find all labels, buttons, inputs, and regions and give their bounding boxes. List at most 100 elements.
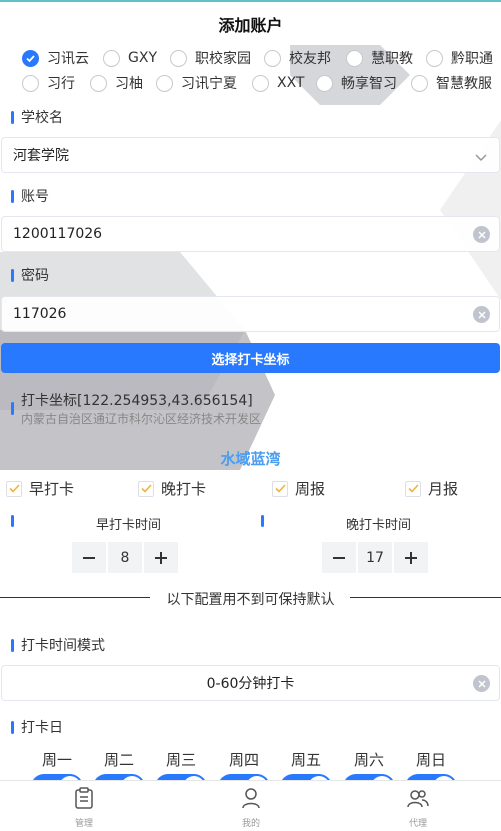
radio-unchecked-icon [103, 49, 120, 67]
platform-label: 习柚 [115, 76, 143, 92]
plus-button[interactable] [394, 542, 428, 573]
label-accent-bar [11, 110, 14, 124]
user-icon [242, 788, 260, 809]
monthly-report-checkbox[interactable]: 月报 [405, 478, 458, 499]
account-label-text: 账号 [21, 189, 49, 205]
coordinate-text: 打卡坐标[122.254953,43.656154] [21, 393, 253, 409]
clear-icon[interactable] [473, 675, 490, 692]
radio-checked-icon [22, 49, 39, 67]
group-icon [407, 790, 429, 808]
platform-radio-group: 习讯云 GXY 职校家园 校友邦 慧职教 黔职通 习行 习柚 习讯宁夏 XXT … [22, 45, 497, 96]
platform-label: 校友邦 [289, 51, 331, 67]
tab-label: 管理 [74, 819, 93, 829]
evening-time-value[interactable]: 17 [358, 542, 392, 573]
clipboard-icon [75, 787, 93, 809]
radio-unchecked-icon [264, 49, 281, 67]
school-select[interactable]: 河套学院 [1, 137, 500, 173]
platform-radio-qianzhitong[interactable]: 黔职通 [426, 48, 494, 68]
day-name: 周五 [290, 751, 322, 769]
evening-checkin-checkbox[interactable]: 晚打卡 [138, 478, 206, 499]
platform-radio-xiaoyoubang[interactable]: 校友邦 [264, 48, 346, 68]
platform-label: 习讯宁夏 [181, 76, 237, 92]
morning-checkin-checkbox[interactable]: 早打卡 [6, 478, 74, 499]
platform-label: 畅享智习 [341, 76, 397, 92]
checkin-days-label: 打卡日 [11, 717, 63, 737]
password-input[interactable]: 117026 [1, 296, 500, 332]
checkbox-label: 月报 [428, 480, 459, 498]
label-accent-bar [261, 515, 264, 527]
morning-time-value[interactable]: 8 [108, 542, 142, 573]
day-name: 周一 [41, 751, 73, 769]
page-title: 添加账户 [218, 16, 283, 35]
day-name: 周二 [103, 751, 135, 769]
radio-unchecked-icon [316, 74, 333, 92]
radio-unchecked-icon [411, 74, 428, 92]
account-value: 1200117026 [13, 226, 103, 242]
clear-icon[interactable] [473, 306, 490, 323]
platform-label: 习行 [47, 76, 75, 92]
school-value: 河套学院 [13, 148, 69, 164]
minus-button[interactable] [322, 542, 356, 573]
checkmark-icon [272, 480, 288, 497]
platform-radio-changxiangzhixi[interactable]: 畅享智习 [316, 73, 411, 93]
label-accent-bar [11, 268, 14, 282]
clear-icon[interactable] [473, 226, 490, 243]
label-accent-bar [11, 638, 14, 652]
platform-radio-zhixiaojiayuan[interactable]: 职校家园 [170, 48, 264, 68]
weekly-report-checkbox[interactable]: 周报 [272, 478, 325, 499]
checkin-days-label-text: 打卡日 [21, 720, 63, 736]
morning-time-stepper: 8 [72, 542, 178, 573]
platform-label: XXT [277, 75, 305, 91]
platform-radio-xxt[interactable]: XXT [252, 74, 316, 92]
platform-label: 慧职教 [371, 51, 413, 67]
time-mode-select[interactable]: 0-60分钟打卡 [1, 665, 500, 701]
label-accent-bar [11, 402, 14, 415]
platform-label: GXY [128, 50, 157, 66]
platform-radio-xiyou[interactable]: 习柚 [90, 73, 156, 93]
evening-time-label: 晚打卡时间 [346, 518, 412, 533]
account-input[interactable]: 1200117026 [1, 216, 500, 252]
checkbox-label: 周报 [295, 480, 326, 498]
password-value: 117026 [13, 306, 67, 322]
radio-unchecked-icon [90, 74, 107, 92]
radio-unchecked-icon [170, 49, 187, 67]
day-name: 周四 [228, 751, 260, 769]
checkmark-icon [6, 480, 22, 497]
report-checkbox-group: 早打卡 晚打卡 周报 月报 [0, 478, 501, 498]
tab-mine[interactable]: 我的 [211, 787, 291, 829]
platform-radio-xixunningxia[interactable]: 习讯宁夏 [156, 73, 252, 93]
morning-time-label: 早打卡时间 [96, 518, 162, 533]
place-name: 水域蓝湾 [220, 450, 281, 468]
radio-unchecked-icon [252, 74, 269, 92]
divider-line-right [350, 597, 501, 598]
platform-radio-zhihuijiaofu[interactable]: 智慧教服 [411, 73, 492, 93]
platform-label: 习讯云 [47, 51, 89, 67]
radio-unchecked-icon [22, 74, 39, 92]
platform-radio-xixing[interactable]: 习行 [22, 73, 90, 93]
label-accent-bar [11, 720, 14, 734]
account-label: 账号 [11, 186, 49, 206]
checkbox-label: 早打卡 [29, 480, 75, 498]
platform-radio-xixunyun[interactable]: 习讯云 [22, 48, 103, 68]
label-accent-bar [11, 189, 14, 203]
platform-row-2: 习行 习柚 习讯宁夏 XXT 畅享智习 智慧教服 [22, 70, 497, 96]
platform-label: 职校家园 [195, 51, 251, 67]
bottom-tab-bar: 管理 我的 代理 [0, 780, 501, 831]
pick-coordinate-button[interactable]: 选择打卡坐标 [1, 343, 500, 373]
plus-button[interactable] [144, 542, 178, 573]
platform-label: 黔职通 [451, 51, 493, 67]
tab-manage[interactable]: 管理 [44, 787, 124, 829]
tab-agent[interactable]: 代理 [378, 787, 458, 829]
time-mode-label: 打卡时间模式 [11, 635, 105, 655]
password-label: 密码 [11, 265, 49, 285]
time-mode-label-text: 打卡时间模式 [21, 638, 105, 654]
checkbox-label: 晚打卡 [161, 480, 207, 498]
coordinate-address: 内蒙古自治区通辽市科尔沁区经济技术开发区 [21, 412, 262, 426]
tab-label: 我的 [241, 819, 260, 829]
minus-button[interactable] [72, 542, 106, 573]
password-label-text: 密码 [21, 268, 49, 284]
school-label: 学校名 [11, 107, 63, 127]
radio-unchecked-icon [156, 74, 173, 92]
platform-radio-gxy[interactable]: GXY [103, 49, 170, 67]
platform-radio-huizhijiao[interactable]: 慧职教 [346, 48, 426, 68]
